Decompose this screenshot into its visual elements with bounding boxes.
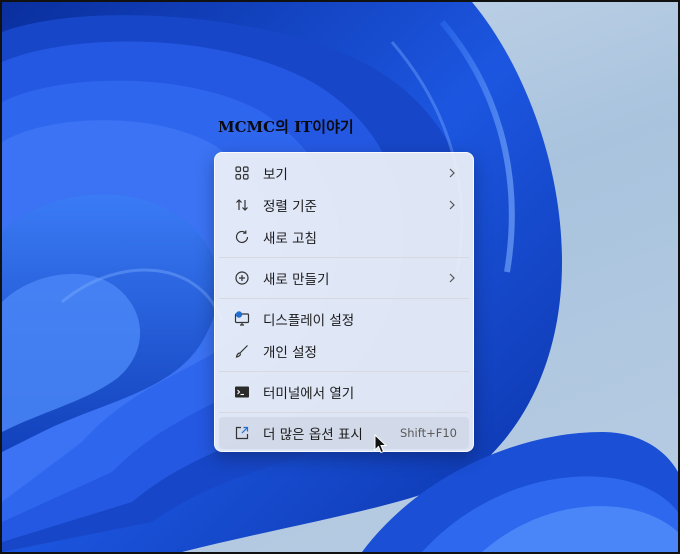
refresh-icon — [233, 228, 251, 246]
terminal-icon — [233, 383, 251, 401]
menu-separator — [219, 257, 469, 258]
menu-separator — [219, 371, 469, 372]
menu-item-display-settings[interactable]: 디스플레이 설정 — [219, 303, 469, 335]
monitor-settings-icon — [233, 310, 251, 328]
menu-item-show-more-options[interactable]: 더 많은 옵션 표시 Shift+F10 — [219, 417, 469, 449]
chevron-right-icon — [447, 168, 457, 178]
menu-item-refresh[interactable]: 새로 고침 — [219, 221, 469, 253]
menu-item-view[interactable]: 보기 — [219, 157, 469, 189]
watermark-text: MCMC의 IT이야기 — [218, 118, 354, 136]
chevron-right-icon — [447, 273, 457, 283]
menu-item-label: 개인 설정 — [263, 345, 317, 361]
menu-item-personalize[interactable]: 개인 설정 — [219, 335, 469, 367]
mouse-pointer-icon — [374, 434, 388, 454]
menu-item-sort[interactable]: 정렬 기준 — [219, 189, 469, 221]
shortcut-hint: Shift+F10 — [399, 426, 457, 440]
menu-item-new[interactable]: 새로 만들기 — [219, 262, 469, 294]
menu-separator — [219, 298, 469, 299]
grid-view-icon — [233, 164, 251, 182]
chevron-right-icon — [447, 200, 457, 210]
add-circle-icon — [233, 269, 251, 287]
menu-item-label: 보기 — [263, 167, 288, 183]
menu-item-label: 정렬 기준 — [263, 199, 317, 215]
desktop-context-menu: 보기 정렬 기준 새로 고침 새로 만들기 디스플레이 설정 개인 설정 터미널… — [214, 152, 474, 452]
menu-separator — [219, 412, 469, 413]
desktop[interactable]: MCMC의 IT이야기 보기 정렬 기준 새로 고침 새로 만들기 디스플레이 … — [0, 0, 680, 554]
menu-item-label: 새로 만들기 — [263, 272, 330, 288]
brush-icon — [233, 342, 251, 360]
menu-item-label: 터미널에서 열기 — [263, 386, 355, 402]
menu-item-label: 디스플레이 설정 — [263, 313, 355, 329]
menu-item-label: 새로 고침 — [263, 231, 317, 247]
menu-item-open-terminal[interactable]: 터미널에서 열기 — [219, 376, 469, 408]
expand-options-icon — [233, 424, 251, 442]
sort-arrows-icon — [233, 196, 251, 214]
